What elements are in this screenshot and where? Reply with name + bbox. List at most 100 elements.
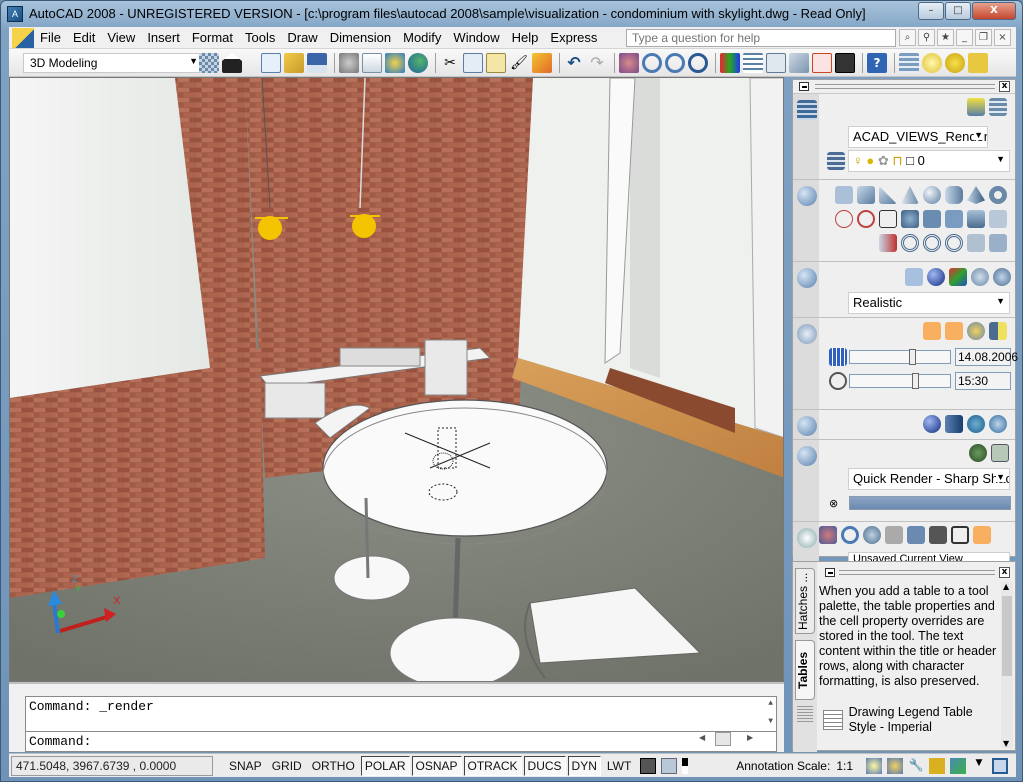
menu-tools[interactable]: Tools — [239, 30, 281, 45]
render-teapot-icon[interactable] — [797, 446, 817, 466]
pan-hand-icon[interactable] — [619, 53, 639, 73]
help-search-input[interactable] — [626, 29, 896, 47]
3d-dwf-icon[interactable] — [408, 53, 428, 73]
parallel-projection-icon[interactable] — [951, 526, 969, 544]
zoom-icon[interactable] — [841, 526, 859, 544]
doc-close-button[interactable]: × — [994, 29, 1011, 46]
scroll-down-icon[interactable]: ▼ — [1003, 739, 1009, 748]
block-editor-icon[interactable] — [532, 53, 552, 73]
tool-palette-close-button[interactable]: x — [999, 567, 1010, 578]
intersect-icon[interactable] — [945, 234, 963, 252]
dashboard-minimize-button[interactable] — [799, 82, 809, 91]
shadows-sphere-icon[interactable] — [927, 268, 945, 286]
clean-screen-icon[interactable] — [992, 757, 1008, 774]
communication-center-icon[interactable]: ⚲ — [918, 29, 935, 46]
copy-icon[interactable] — [463, 53, 483, 73]
hardware-acceleration-icon[interactable] — [950, 757, 966, 774]
status-toggle-ducs[interactable]: DUCS — [523, 755, 566, 776]
status-menu-chevron-icon[interactable]: ▼ — [971, 758, 987, 774]
status-toggle-polar[interactable]: POLAR — [360, 755, 410, 776]
coordinate-display[interactable]: 471.5048, 3967.6739 , 0.0000 — [11, 755, 213, 776]
navigation-compass-icon[interactable] — [797, 528, 817, 548]
status-toggle-otrack[interactable]: OTRACK — [463, 755, 522, 776]
my-workspace-icon[interactable] — [222, 53, 242, 73]
dashboard-close-button[interactable]: x — [999, 81, 1010, 92]
sphere-icon[interactable] — [923, 186, 941, 204]
undo-icon[interactable]: ↶ — [564, 53, 584, 73]
tool-palette-minimize-button[interactable] — [825, 568, 835, 577]
menu-file[interactable]: File — [34, 30, 67, 45]
walk-footprints-icon[interactable] — [907, 526, 925, 544]
scroll-thumb[interactable] — [1002, 596, 1012, 676]
status-toggle-grid[interactable]: GRID — [268, 756, 306, 776]
extrude-icon[interactable] — [879, 210, 897, 228]
document-icon[interactable] — [12, 27, 34, 48]
sun-freeze-icon[interactable] — [945, 53, 965, 73]
layer-manager-icon[interactable] — [997, 128, 1015, 146]
doc-minimize-button[interactable]: _ — [956, 29, 973, 46]
quick-view-drawings-icon[interactable] — [661, 757, 678, 774]
section-plane-icon[interactable] — [879, 234, 897, 252]
tool-palettes-icon[interactable] — [766, 53, 786, 73]
time-slider[interactable] — [849, 373, 951, 389]
material-mapping-icon[interactable] — [967, 415, 985, 433]
minimize-button[interactable]: – — [918, 2, 944, 20]
edge-settings-icon[interactable] — [993, 268, 1011, 286]
doc-restore-button[interactable]: ❐ — [975, 29, 992, 46]
revolve-icon[interactable] — [945, 210, 963, 228]
autocad-app-icon[interactable]: A — [7, 6, 23, 22]
time-field[interactable]: 15:30 — [955, 372, 1011, 390]
status-toggle-ortho[interactable]: ORTHO — [308, 756, 359, 776]
more-tabs-grip[interactable] — [797, 706, 813, 722]
status-toggle-snap[interactable]: SNAP — [225, 756, 266, 776]
layer-manager-icon[interactable] — [899, 53, 919, 73]
scroll-up-icon[interactable]: ▲ — [768, 699, 773, 708]
status-toggle-dyn[interactable]: DYN — [567, 755, 601, 776]
visual-style-manager-icon[interactable] — [971, 268, 989, 286]
pan-icon[interactable] — [819, 526, 837, 544]
orbit-icon[interactable] — [863, 526, 881, 544]
render-icon[interactable] — [969, 444, 987, 462]
zoom-window-icon[interactable] — [665, 53, 685, 73]
3d-rotate-icon[interactable] — [857, 210, 875, 228]
scroll-right-icon[interactable]: ▶ — [747, 733, 753, 742]
favorites-star-icon[interactable]: ★ — [937, 29, 954, 46]
auto-scale-icon[interactable] — [887, 757, 903, 774]
tool-palette-header[interactable]: x — [817, 566, 1015, 580]
menu-insert[interactable]: Insert — [141, 30, 186, 45]
layer-states-icon[interactable] — [989, 98, 1007, 116]
convert-to-solid-icon[interactable] — [989, 234, 1007, 252]
workspace-settings-icon[interactable] — [199, 53, 219, 73]
render-preset-dropdown[interactable]: Quick Render - Sharp Shac ▼ — [848, 468, 1010, 490]
date-slider[interactable] — [849, 349, 951, 365]
scroll-thumb[interactable] — [715, 732, 731, 746]
light-list-icon[interactable] — [989, 322, 1007, 340]
markup-set-icon[interactable] — [812, 53, 832, 73]
status-toggle-lwt[interactable]: LWT — [603, 756, 635, 776]
horizontal-scrollbar[interactable]: ◀ ▶ — [697, 732, 761, 750]
redo-icon[interactable]: ↷ — [587, 53, 607, 73]
annotation-scale-value[interactable]: 1:1 — [836, 759, 853, 773]
cancel-render-icon[interactable]: ⊗ — [829, 497, 838, 510]
time-slider-thumb[interactable] — [912, 373, 920, 389]
wrench-settings-icon[interactable]: 🔧 — [908, 758, 924, 774]
annotation-visibility-icon[interactable] — [866, 757, 882, 774]
material-sphere-icon[interactable] — [923, 415, 941, 433]
toolbar-lock-icon[interactable] — [929, 757, 945, 774]
wedge-icon[interactable] — [879, 186, 897, 204]
search-icon[interactable]: ⌕ — [899, 29, 916, 46]
menu-view[interactable]: View — [101, 30, 141, 45]
materials-panel-icon[interactable] — [797, 416, 817, 436]
layer-dropdown[interactable]: ♀ ● ✿ ⊓ □ 0 ▼ — [848, 150, 1010, 172]
maximize-button[interactable]: □ — [945, 2, 971, 20]
match-properties-brush-icon[interactable]: 🖌 — [509, 53, 529, 73]
menu-express[interactable]: Express — [544, 30, 603, 45]
render-window-icon[interactable] — [991, 444, 1009, 462]
date-slider-thumb[interactable] — [909, 349, 917, 365]
workspace-dropdown[interactable]: 3D Modeling ▼ — [23, 53, 203, 73]
swivel-camera-icon[interactable] — [885, 526, 903, 544]
help-question-icon[interactable]: ? — [867, 53, 887, 73]
title-bar[interactable]: A AutoCAD 2008 - UNREGISTERED VERSION - … — [1, 1, 1022, 27]
open-folder-icon[interactable] — [284, 53, 304, 73]
lighting-panel-icon[interactable] — [797, 324, 817, 344]
